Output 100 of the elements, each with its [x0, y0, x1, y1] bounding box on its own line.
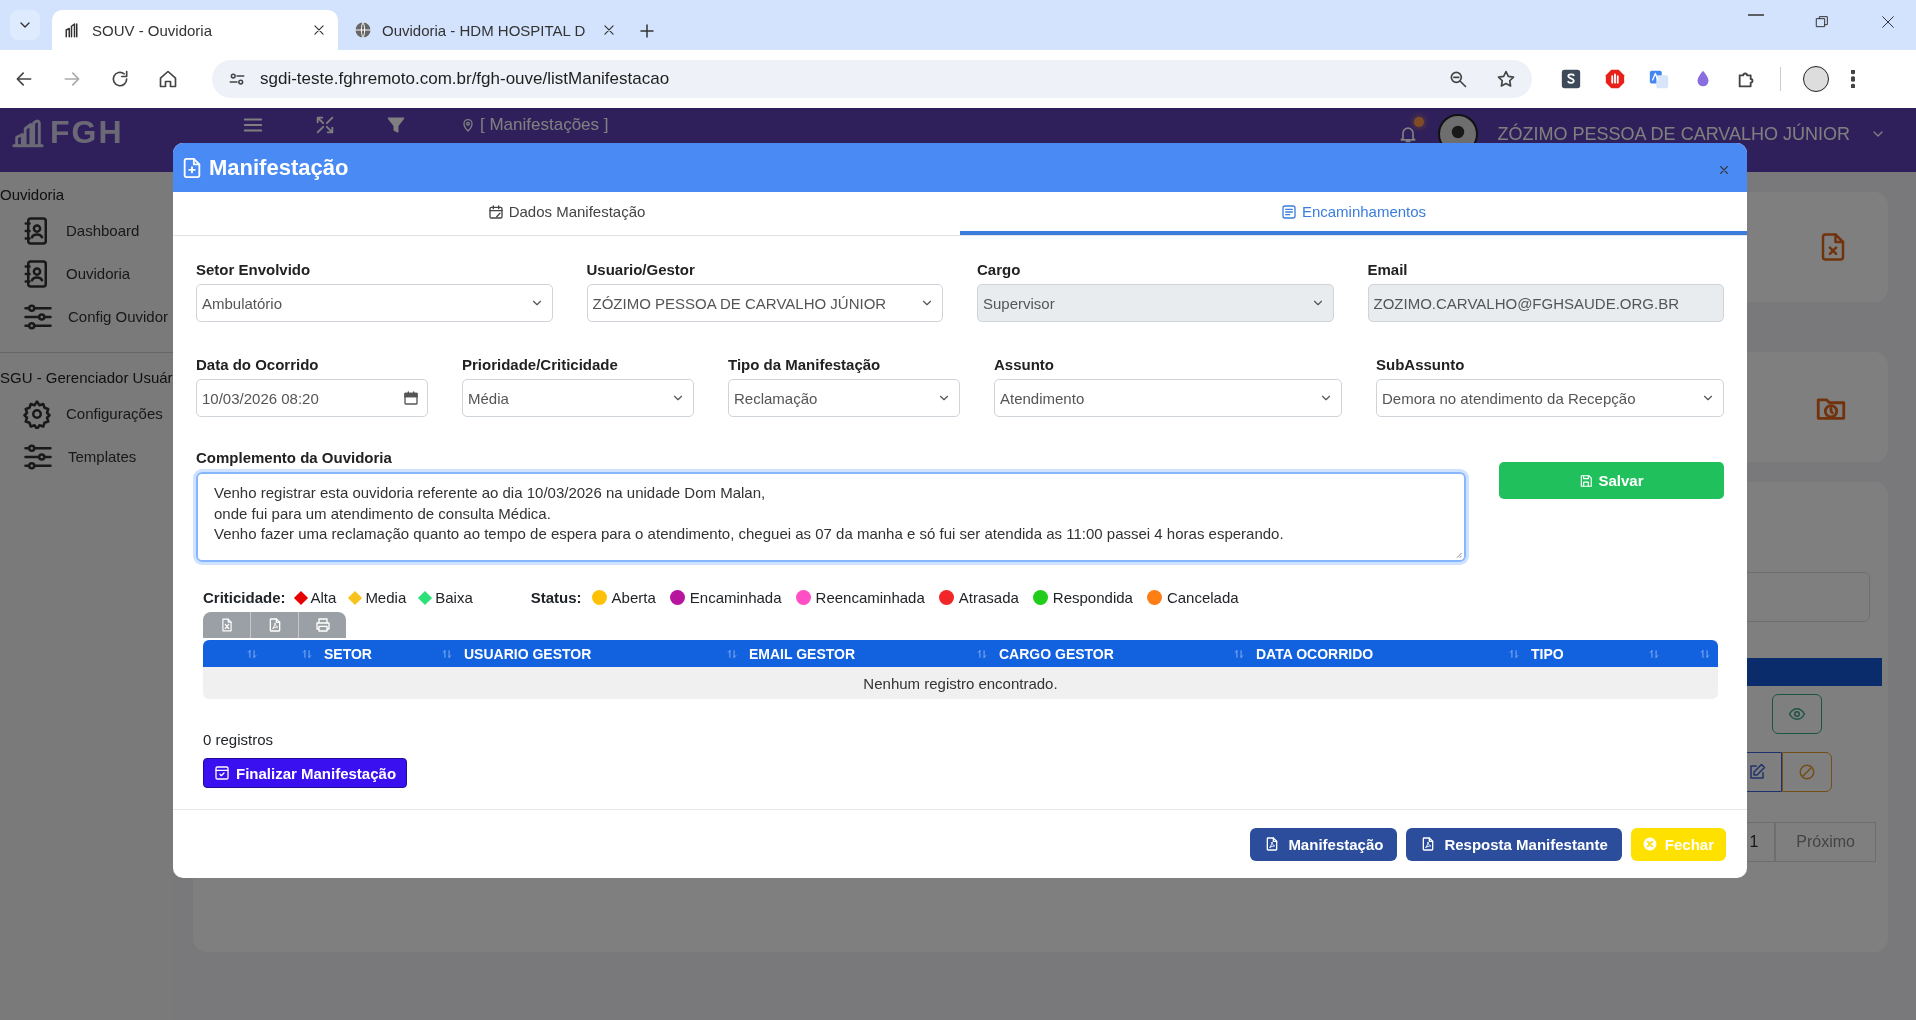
sort-icon [1509, 647, 1519, 660]
plus-icon [638, 22, 656, 40]
legend-item: Atrasada [958, 589, 1019, 606]
sidebar-item[interactable]: Templates [68, 448, 137, 465]
profile-avatar[interactable] [1803, 66, 1829, 92]
select-field[interactable]: Reclamação [728, 379, 960, 417]
eye-icon [1788, 705, 1806, 723]
star-icon [1496, 69, 1516, 89]
tab-list-button[interactable] [10, 10, 40, 40]
select-field[interactable]: Média [462, 379, 694, 417]
prohibited-icon [1798, 763, 1816, 781]
column-header[interactable]: USUARIO GESTOR [464, 645, 592, 662]
archive-check-icon [214, 765, 230, 781]
resize-grip-icon [1454, 550, 1462, 558]
view-button[interactable] [1772, 694, 1822, 734]
printer-icon [314, 617, 331, 633]
globe-icon [354, 21, 372, 39]
file-plus-icon [181, 155, 203, 180]
sort-icon [977, 647, 987, 660]
field-label: Prioridade/Criticidade [462, 356, 619, 373]
sort-icon [727, 647, 737, 660]
tab[interactable]: Dados Manifestação [173, 192, 960, 235]
reload-icon [110, 69, 130, 89]
excel-file-icon [219, 617, 234, 633]
legend-item: Baixa [435, 589, 473, 606]
site-info-icon [228, 70, 246, 88]
back-arrow-icon [14, 69, 34, 89]
legend-label: Status: [530, 589, 582, 606]
pdf-button[interactable]: Resposta Manifestante [1406, 827, 1622, 861]
minimize-icon [1748, 14, 1764, 16]
legend-item: Encaminhada [689, 589, 782, 606]
sort-icon [247, 647, 257, 660]
legend-item: Respondida [1052, 589, 1133, 606]
list-card-icon [1280, 203, 1297, 220]
sidebar-section-title: SGU - Gerenciador Usuár [0, 369, 173, 386]
sidebar-section-title: Ouvidoria [0, 186, 66, 203]
finalize-button[interactable]: Finalizar Manifestação [203, 758, 408, 788]
close-icon [1880, 14, 1896, 30]
field-label: Usuario/Gestor [586, 261, 696, 278]
close-icon [1719, 164, 1729, 175]
field-label: Assunto [994, 356, 1055, 373]
browser-tab[interactable]: SOUV - Ouvidoria [52, 10, 338, 50]
column-header[interactable]: CARGO GESTOR [999, 645, 1114, 662]
select-field[interactable]: Atendimento [994, 379, 1342, 417]
pdf-button[interactable]: Manifestação [1250, 827, 1398, 861]
home-icon [158, 69, 178, 89]
field-label: SubAssunto [1376, 356, 1466, 373]
filter-icon [386, 115, 406, 135]
legend-item: Media [365, 589, 407, 606]
column-header[interactable]: TIPO [1531, 645, 1564, 662]
select-field[interactable]: Demora no atendimento da Recepção [1376, 379, 1724, 417]
field-label: Complemento da Ouvidoria [196, 449, 393, 466]
logo-text: FGH [50, 114, 124, 151]
sidebar-item[interactable]: Config Ouvidor [68, 308, 169, 325]
empty-table-message: Nenhum registro encontrado. [203, 667, 1718, 699]
tab[interactable]: Encaminhamentos [960, 192, 1747, 235]
user-name[interactable]: ZÓZIMO PESSOA DE CARVALHO JÚNIOR [1497, 123, 1850, 145]
date-field[interactable]: 10/03/2026 08:20 [196, 379, 428, 417]
extension-s-icon [1560, 68, 1582, 90]
x-circle-icon [1642, 837, 1657, 851]
column-header[interactable]: DATA OCORRIDO [1256, 645, 1374, 662]
legend-item: Alta [310, 589, 337, 606]
record-count: 0 registros [203, 731, 275, 748]
notification-dot [1413, 117, 1424, 127]
select-field[interactable]: ZÓZIMO PESSOA DE CARVALHO JÚNIOR [586, 284, 943, 322]
sidebar-item[interactable]: Ouvidoria [66, 265, 131, 282]
translate-icon [1648, 68, 1670, 90]
column-header[interactable]: SETOR [324, 645, 372, 662]
column-header[interactable]: EMAIL GESTOR [749, 645, 856, 662]
sort-icon [442, 647, 452, 660]
field-label: Tipo da Manifestação [728, 356, 882, 373]
legend-item: Aberta [611, 589, 656, 606]
sort-icon [1649, 647, 1659, 660]
restore-icon [1814, 14, 1830, 30]
breadcrumb[interactable]: [ Manifestações ] [480, 115, 609, 135]
sidebar-item[interactable]: Configurações [66, 405, 163, 422]
calendar-edit-icon [487, 203, 504, 220]
sort-icon [302, 647, 312, 660]
sort-icon [1700, 647, 1710, 660]
forward-arrow-icon [62, 69, 82, 89]
zoom-icon [1448, 69, 1468, 89]
legend-item: Reencaminhada [815, 589, 925, 606]
close-icon [312, 23, 326, 37]
legend-label: Criticidade: [203, 589, 286, 606]
modal-title: Manifestação [209, 154, 349, 181]
sidebar-item[interactable]: Dashboard [66, 222, 140, 239]
browser-tab[interactable]: Ouvidoria - HDM HOSPITAL D [342, 10, 628, 50]
calendar-icon [403, 390, 419, 406]
address-bar[interactable]: sgdi-teste.fghremoto.com.br/fgh-ouve/listManifestacao [212, 60, 1532, 98]
close-icon [602, 23, 616, 37]
pin-icon [460, 116, 476, 134]
complement-textarea[interactable]: Venho registrar esta ouvidoria referente ao dia 10/03/2026 na unidade Dom Malan, onde fui para um atendimento de consulta Médica. Venho fazer uma reclamação quanto ao tempo de espera para o atendimento, cheguei as 07 da manha e só fui ser atendida as 11:00 passei 4 horas esperando. [196, 472, 1466, 562]
expand-icon [314, 114, 336, 136]
sort-icon [1234, 647, 1244, 660]
field-label: Setor Envolvido [196, 261, 312, 278]
field-label: Cargo [977, 261, 1022, 278]
select-field[interactable]: Ambulatório [196, 284, 553, 322]
more-vertical-icon [1851, 70, 1855, 88]
gear-icon [22, 398, 52, 429]
legend-item: Cancelada [1166, 589, 1239, 606]
